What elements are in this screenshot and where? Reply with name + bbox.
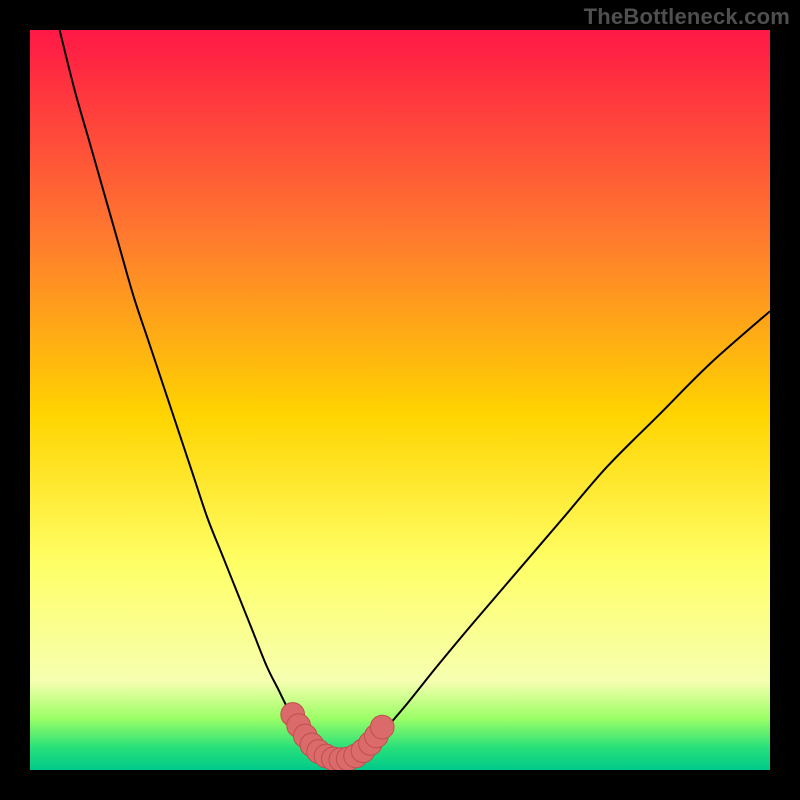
curve-marker bbox=[370, 715, 394, 739]
watermark-text: TheBottleneck.com bbox=[584, 4, 790, 30]
gradient-background bbox=[30, 30, 770, 770]
outer-frame: TheBottleneck.com bbox=[0, 0, 800, 800]
bottleneck-chart bbox=[30, 30, 770, 770]
plot-area bbox=[30, 30, 770, 770]
